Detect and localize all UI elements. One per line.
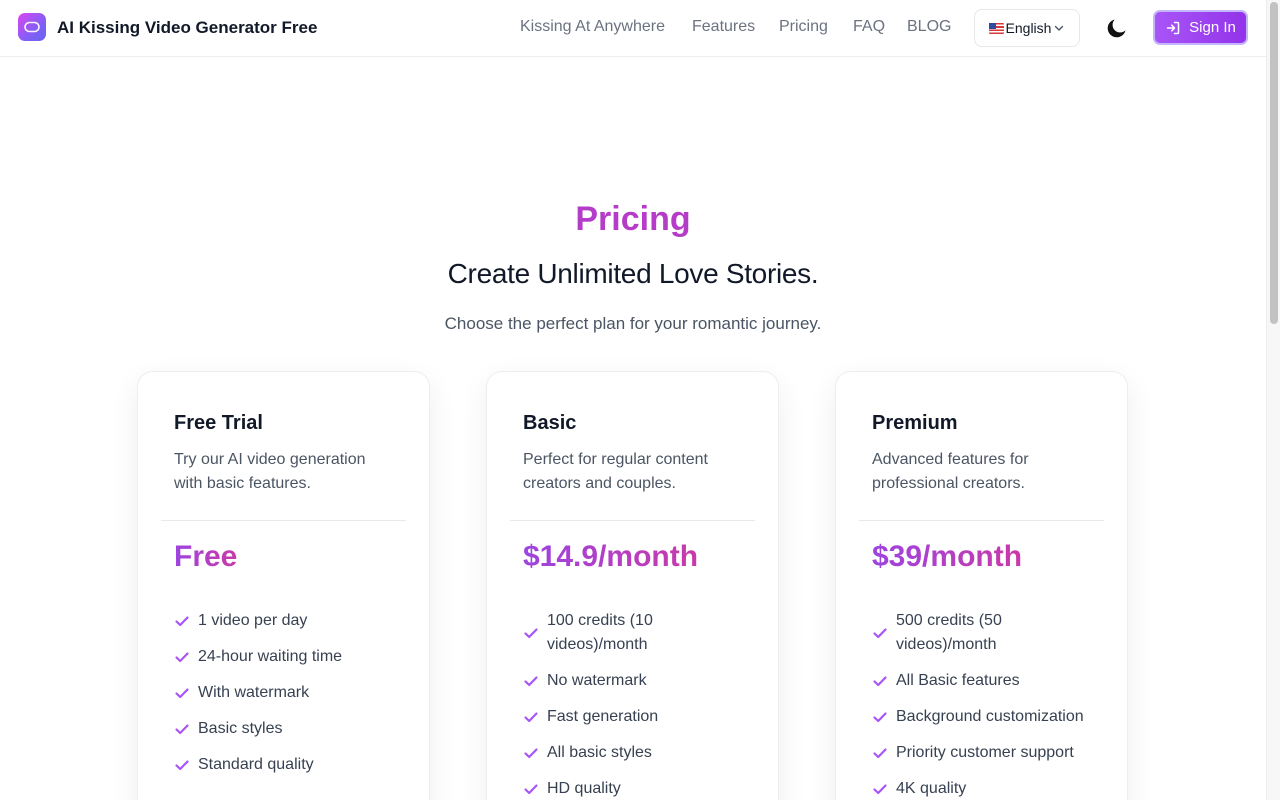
check-icon [873,784,887,795]
check-icon [175,688,189,699]
heart-logo-icon [24,21,40,33]
plan-price: $14.9/month [523,540,699,573]
check-icon [175,724,189,735]
sign-in-label: Sign In [1189,19,1236,36]
feature-text: All Basic features [896,672,1020,689]
language-select[interactable]: English [974,9,1080,47]
check-icon [524,748,538,759]
feature-item: 24-hour waiting time [174,645,414,669]
plan-price: Free [174,540,238,573]
feature-text: 100 credits (10 videos)/month [547,612,653,653]
plan-card-basic: Basic Perfect for regular content creato… [486,371,779,800]
feature-text: Priority customer support [896,744,1074,761]
feature-item: 100 credits (10 videos)/month [523,609,723,657]
feature-list: 500 credits (50 videos)/month All Basic … [872,609,1112,800]
check-icon [175,616,189,627]
feature-text: 4K quality [896,780,967,797]
pricing-subline: Choose the perfect plan for your romanti… [444,314,822,333]
feature-item: HD quality [523,777,723,800]
plan-description: Perfect for regular content creators and… [523,451,708,492]
theme-toggle-button[interactable] [1104,15,1130,41]
check-icon [524,784,538,795]
feature-item: All basic styles [523,741,723,765]
card-divider [161,520,406,521]
page-scrollbar[interactable] [1266,0,1280,800]
sign-in-icon [1166,21,1180,34]
check-icon [524,712,538,723]
check-icon [873,712,887,723]
feature-text: All basic styles [547,744,652,761]
check-icon [873,628,887,639]
feature-item: All Basic features [872,669,1112,693]
nav-features[interactable]: Features [692,18,755,36]
plan-description: Advanced features for professional creat… [872,451,1029,492]
card-divider [510,520,755,521]
plan-card-premium: Premium Advanced features for profession… [835,371,1128,800]
check-icon [175,760,189,771]
plan-price: $39/month [872,540,1023,573]
logo-icon[interactable] [18,13,46,41]
feature-item: Background customization [872,705,1112,729]
nav-blog[interactable]: BLOG [907,18,951,36]
pricing-headline: Create Unlimited Love Stories. [447,258,819,289]
card-divider [859,520,1104,521]
check-icon [873,676,887,687]
feature-item: 500 credits (50 videos)/month [872,609,1072,657]
feature-list: 1 video per day 24-hour waiting time Wit… [174,609,414,789]
us-flag-icon [988,22,1004,34]
scrollbar-thumb[interactable] [1270,2,1278,324]
sign-in-button[interactable]: Sign In [1153,10,1248,45]
chevron-down-icon [1055,25,1064,31]
moon-icon [1107,19,1126,38]
feature-text: HD quality [547,780,621,797]
feature-text: No watermark [547,672,647,689]
feature-text: Fast generation [547,708,659,725]
feature-text: With watermark [198,684,310,701]
check-icon [175,652,189,663]
feature-text: 500 credits (50 videos)/month [896,612,1002,653]
site-header: AI Kissing Video Generator Free Kissing … [0,0,1266,57]
feature-list: 100 credits (10 videos)/month No waterma… [523,609,723,800]
language-label: English [1005,20,1052,36]
feature-text: Standard quality [198,756,314,773]
section-label: Pricing [0,200,1266,239]
brand-name[interactable]: AI Kissing Video Generator Free [57,18,317,38]
feature-text: 1 video per day [198,612,308,629]
plan-name: Free Trial [174,412,263,434]
feature-item: 1 video per day [174,609,414,633]
feature-item: Priority customer support [872,741,1112,765]
check-icon [873,748,887,759]
feature-item: Standard quality [174,753,414,777]
feature-item: Fast generation [523,705,723,729]
check-icon [524,676,538,687]
feature-text: Background customization [896,708,1084,725]
plan-name: Basic [523,412,577,434]
feature-item: With watermark [174,681,414,705]
feature-item: Basic styles [174,717,414,741]
nav-pricing[interactable]: Pricing [779,18,828,36]
feature-item: 4K quality [872,777,1112,800]
check-icon [524,628,538,639]
feature-item: No watermark [523,669,723,693]
plan-description: Try our AI video generation with basic f… [174,451,366,492]
nav-faq[interactable]: FAQ [853,18,885,36]
feature-text: 24-hour waiting time [198,648,343,665]
nav-kissing-at-anywhere[interactable]: Kissing At Anywhere [520,18,665,36]
plan-name: Premium [872,412,958,434]
plan-card-free-trial: Free Trial Try our AI video generation w… [137,371,430,800]
feature-text: Basic styles [198,720,283,737]
